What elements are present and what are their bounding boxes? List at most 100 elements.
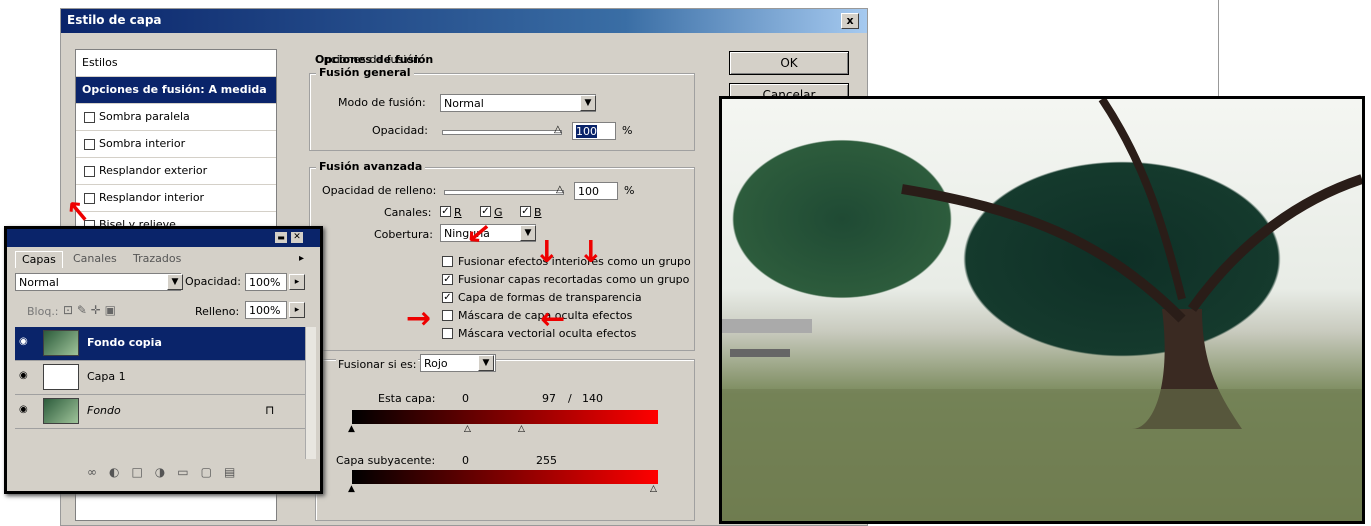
channel-r-label: R xyxy=(454,206,462,219)
this-layer-min: 0 xyxy=(462,392,469,405)
style-label: Resplandor interior xyxy=(99,191,205,204)
blend-if-label: Fusionar si es: xyxy=(336,358,419,371)
dialog-title: Estilo de capa xyxy=(67,13,162,27)
scrollbar[interactable] xyxy=(305,327,316,459)
this-layer-label: Esta capa: xyxy=(378,392,436,405)
layer-fill-input[interactable]: 100% xyxy=(245,301,287,319)
blend-mode-label: Modo de fusión: xyxy=(338,96,426,109)
vertical-rule xyxy=(1218,0,1219,96)
tree-photo-icon xyxy=(722,99,1362,521)
slider-handle-icon[interactable]: △ xyxy=(554,124,562,135)
eye-icon[interactable]: ◉ xyxy=(19,336,33,348)
channels-label: Canales: xyxy=(384,206,432,219)
tab-layers[interactable]: Capas xyxy=(15,251,63,268)
eye-icon[interactable]: ◉ xyxy=(19,370,33,382)
layer-thumbnail xyxy=(43,398,79,424)
styles-header[interactable]: Estilos xyxy=(76,50,276,77)
chevron-down-icon[interactable]: ▼ xyxy=(167,274,183,290)
blend-if-value: Rojo xyxy=(424,357,448,370)
eye-icon[interactable]: ◉ xyxy=(19,404,33,416)
close-icon[interactable]: ✕ xyxy=(291,232,303,243)
style-item-outer-glow[interactable]: Resplandor exterior xyxy=(76,158,276,185)
this-layer-gradient xyxy=(352,410,658,424)
opacity-slider[interactable] xyxy=(442,130,562,135)
general-blending-label: Fusión general xyxy=(316,66,414,79)
layer-row[interactable]: ◉ Fondo ⊓ xyxy=(15,395,305,429)
chevron-right-icon[interactable]: ▸ xyxy=(289,302,305,318)
opacity-unit: % xyxy=(622,124,633,137)
fill-opacity-input[interactable]: 100 xyxy=(574,182,618,200)
option-checkbox[interactable] xyxy=(442,328,453,339)
close-button[interactable]: x xyxy=(841,13,859,29)
layer-thumbnail xyxy=(43,330,79,356)
fill-opacity-label: Opacidad de relleno: xyxy=(322,184,437,197)
slider-handle-icon[interactable]: ▲ xyxy=(348,484,355,494)
slider-handle-icon[interactable]: △ xyxy=(650,484,657,494)
tab-channels[interactable]: Canales xyxy=(67,251,123,267)
opacity-input[interactable]: 100 xyxy=(572,122,616,140)
checkbox[interactable] xyxy=(84,111,95,123)
layer-row[interactable]: ◉ Capa 1 xyxy=(15,361,305,395)
style-item-inner-glow[interactable]: Resplandor interior xyxy=(76,185,276,212)
arrow-icon: → xyxy=(529,238,565,264)
underlying-gradient xyxy=(352,470,658,484)
minimize-icon[interactable]: ▬ xyxy=(275,232,287,243)
knockout-label: Cobertura: xyxy=(374,228,433,241)
channel-r-checkbox[interactable]: ✓ xyxy=(440,206,451,217)
underlying-min: 0 xyxy=(462,454,469,467)
general-blending-group: Fusión general Modo de fusión: Normal ▼ … xyxy=(309,66,695,151)
dialog-titlebar[interactable]: Estilo de capa x xyxy=(61,9,867,33)
opacity-value: 100 xyxy=(576,125,597,138)
fill-opacity-unit: % xyxy=(624,184,635,197)
layer-name: Fondo xyxy=(87,404,121,417)
style-label: Resplandor exterior xyxy=(99,164,208,177)
tab-paths[interactable]: Trazados xyxy=(127,251,187,267)
ok-button[interactable]: OK xyxy=(729,51,849,75)
panel-menu-icon[interactable]: ▸ xyxy=(299,253,304,264)
underlying-max: 255 xyxy=(536,454,557,467)
blend-if-group: Fusionar si es: Rojo ▼ Esta capa: 0 97 /… xyxy=(315,354,695,521)
style-item-drop-shadow[interactable]: Sombra paralela xyxy=(76,104,276,131)
advanced-blending-label: Fusión avanzada xyxy=(316,160,426,173)
lock-icon: ⊓ xyxy=(265,403,275,417)
slider-handle-icon[interactable]: ▲ xyxy=(348,424,355,434)
option-checkbox[interactable] xyxy=(442,310,453,321)
channel-g-checkbox[interactable]: ✓ xyxy=(480,206,491,217)
chevron-right-icon[interactable]: ▸ xyxy=(289,274,305,290)
this-layer-mid: 97 xyxy=(542,392,556,405)
style-label: Sombra interior xyxy=(99,137,186,150)
layer-opacity-input[interactable]: 100% xyxy=(245,273,287,291)
checkbox[interactable] xyxy=(84,138,95,150)
fill-opacity-value: 100 xyxy=(578,185,599,198)
slider-handle-icon[interactable]: △ xyxy=(556,184,564,195)
blend-mode-value: Normal xyxy=(444,97,484,110)
fill-opacity-slider[interactable] xyxy=(444,190,564,195)
chevron-down-icon[interactable]: ▼ xyxy=(478,355,494,371)
layer-thumbnail xyxy=(43,364,79,390)
layer-blend-mode-select[interactable]: Normal xyxy=(15,273,181,291)
panel-footer-icons[interactable]: ∞◐□◑▭▢▤ xyxy=(87,465,247,479)
advanced-blending-group: Fusión avanzada Opacidad de relleno: △ 1… xyxy=(309,160,695,351)
slider-handle-icon[interactable]: △ xyxy=(464,424,471,434)
layer-opacity-label: Opacidad: xyxy=(185,275,241,288)
layers-titlebar[interactable]: ▬ ✕ xyxy=(7,229,320,247)
channel-b-checkbox[interactable]: ✓ xyxy=(520,206,531,217)
opacity-label: Opacidad: xyxy=(372,124,428,137)
option-checkbox[interactable]: ✓ xyxy=(442,274,453,285)
blend-mode-select[interactable]: Normal xyxy=(440,94,596,112)
option-checkbox[interactable] xyxy=(442,256,453,267)
layer-fill-label: Relleno: xyxy=(195,305,240,318)
layer-fill-value: 100% xyxy=(249,304,281,317)
slider-handle-icon[interactable]: △ xyxy=(518,424,525,434)
checkbox[interactable] xyxy=(84,165,95,177)
underlying-label: Capa subyacente: xyxy=(336,454,436,467)
lock-icons[interactable]: ⊡ ✎ ✛ ▣ xyxy=(63,303,116,317)
layer-name: Capa 1 xyxy=(87,370,126,383)
chevron-down-icon[interactable]: ▼ xyxy=(580,95,596,111)
section-label: Opciones de fusión xyxy=(315,53,434,66)
style-item-inner-shadow[interactable]: Sombra interior xyxy=(76,131,276,158)
option-label: Fusionar capas recortadas como un grupo xyxy=(458,273,690,286)
option-checkbox[interactable]: ✓ xyxy=(442,292,453,303)
style-item-blending-options[interactable]: Opciones de fusión: A medida xyxy=(76,77,276,104)
layer-row[interactable]: ◉ Fondo copia xyxy=(15,327,305,361)
